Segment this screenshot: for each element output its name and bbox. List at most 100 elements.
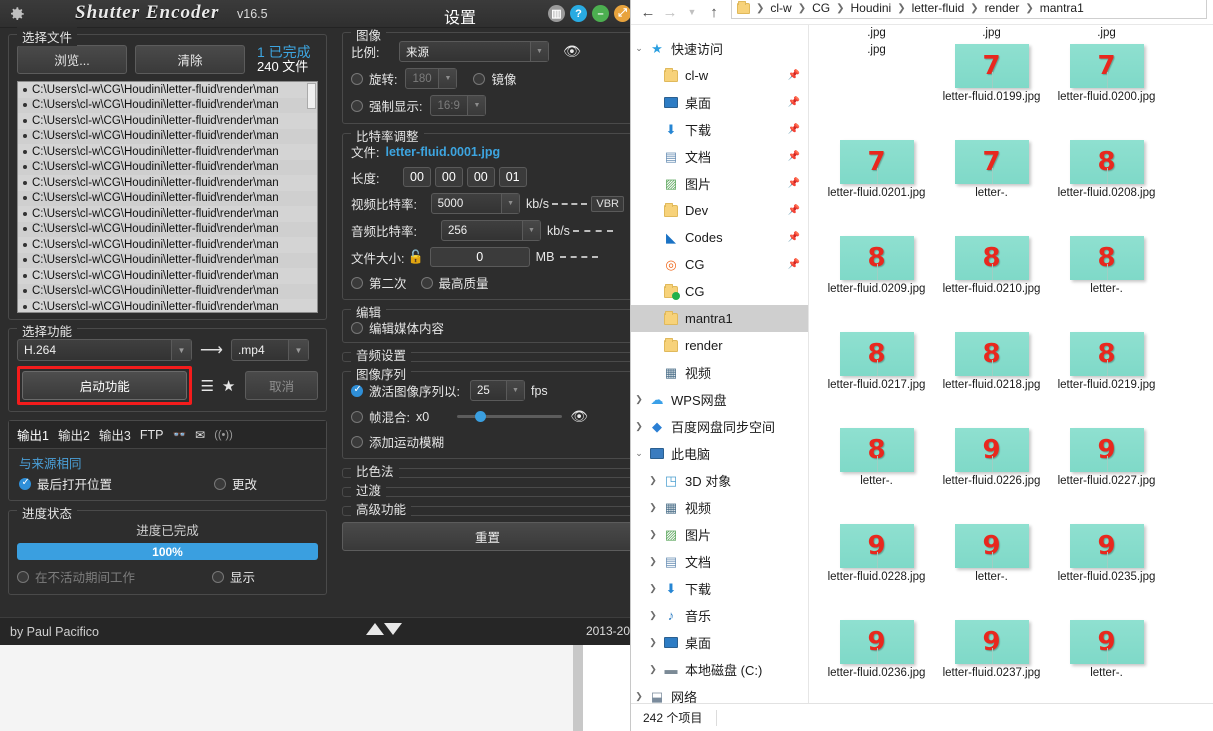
- tab-ftp[interactable]: FTP: [140, 428, 164, 442]
- start-function-button[interactable]: 启动功能: [22, 371, 188, 400]
- browse-button[interactable]: 浏览...: [17, 45, 127, 74]
- forward-arrow-icon[interactable]: →: [659, 4, 681, 21]
- tree-item-3d-对象[interactable]: ❯ ◳ 3D 对象: [631, 467, 808, 494]
- file-grid-item[interactable]: 7 letter-fluid.0199.jpg: [934, 42, 1049, 138]
- tree-item-图片[interactable]: ❯ ▨ 图片: [631, 521, 808, 548]
- pin-icon[interactable]: 📌: [788, 205, 800, 216]
- star-icon[interactable]: ★: [222, 377, 235, 395]
- chevron-right-icon[interactable]: ·: [645, 206, 661, 216]
- length-minutes[interactable]: 00: [434, 167, 463, 187]
- tree-item-此电脑[interactable]: ⌄ 此电脑: [631, 440, 808, 467]
- tree-item-百度网盘同步空间[interactable]: ❯ ◆ 百度网盘同步空间: [631, 413, 808, 440]
- chevron-down-icon[interactable]: ⌄: [631, 43, 647, 54]
- glasses-icon[interactable]: 👓: [172, 428, 186, 441]
- explorer-navigation-tree[interactable]: ⌄★快速访问·cl-w📌·桌面📌·⬇下载📌·▤文档📌·▨图片📌·Dev📌·◣Co…: [631, 25, 809, 703]
- tree-item-快速访问[interactable]: ⌄ ★ 快速访问: [631, 35, 808, 62]
- tree-item-cl-w[interactable]: · cl-w 📌: [631, 62, 808, 89]
- chevron-right-icon[interactable]: ❯: [631, 394, 647, 405]
- tree-item-视频[interactable]: ❯ ▦ 视频: [631, 494, 808, 521]
- chevron-down-icon[interactable]: ▼: [681, 7, 703, 17]
- chevron-right-icon[interactable]: ·: [645, 98, 661, 108]
- file-list-row[interactable]: C:\Users\cl-w\CG\Houdini\letter-fluid\re…: [18, 268, 317, 284]
- length-seconds[interactable]: 00: [466, 167, 495, 187]
- file-grid-item[interactable]: 8 letter-fluid.0218.jpg: [934, 330, 1049, 426]
- tree-item-文档[interactable]: ·▤ 文档 📌: [631, 143, 808, 170]
- desktop-scrollbar[interactable]: [573, 645, 583, 731]
- chevron-right-icon[interactable]: ❯: [645, 583, 661, 594]
- video-bitrate-select[interactable]: 5000 ▼: [430, 193, 521, 214]
- breadcrumb-item-4[interactable]: render: [985, 1, 1020, 15]
- file-grid-item[interactable]: 9 letter-fluid.0236.jpg: [819, 618, 934, 703]
- length-hours[interactable]: 00: [403, 167, 431, 187]
- pin-icon[interactable]: 📌: [788, 232, 800, 243]
- audio-bitrate-select[interactable]: 256 ▼: [441, 220, 541, 241]
- chevron-right-icon[interactable]: ❯: [645, 529, 661, 540]
- rotate-select[interactable]: 180 ▼: [405, 68, 458, 89]
- chevron-right-icon[interactable]: ·: [645, 341, 661, 351]
- eye-icon[interactable]: 👁: [570, 408, 588, 425]
- audio-settings-group[interactable]: 音频设置: [342, 345, 633, 364]
- file-grid-item[interactable]: 9 letter-fluid.0227.jpg: [1049, 426, 1164, 522]
- second-pass-radio[interactable]: [351, 276, 363, 289]
- tree-item-网络[interactable]: ❯ ⬓ 网络: [631, 683, 808, 704]
- tab-output3[interactable]: 输出3: [99, 425, 131, 444]
- up-arrow-icon[interactable]: ↑: [703, 4, 725, 21]
- length-frames[interactable]: 01: [498, 167, 527, 187]
- breadcrumb[interactable]: ❯ cl-w ❯ CG ❯ Houdini ❯ letter-fluid ❯ r…: [731, 0, 1207, 19]
- layout-icon[interactable]: ▥: [548, 5, 565, 22]
- motion-blur-radio[interactable]: [351, 435, 363, 448]
- chevron-right-icon[interactable]: ❯: [645, 664, 661, 675]
- chevron-right-icon[interactable]: ·: [645, 71, 661, 81]
- file-grid-item[interactable]: 9 letter-.: [1049, 618, 1164, 703]
- explorer-content-pane[interactable]: .jpg .jpg .jpg .jpg 7 letter-fluid.0199.jpg 7 l…: [809, 25, 1213, 703]
- file-grid-item[interactable]: 9 letter-fluid.0228.jpg: [819, 522, 934, 618]
- file-list-row[interactable]: C:\Users\cl-w\CG\Houdini\letter-fluid\re…: [18, 159, 317, 175]
- file-grid-item[interactable]: 7 letter-fluid.0200.jpg: [1049, 42, 1164, 138]
- file-grid-item[interactable]: 8 letter-.: [1049, 234, 1164, 330]
- clear-button[interactable]: 清除: [135, 45, 245, 74]
- chevron-right-icon[interactable]: ·: [645, 368, 661, 378]
- file-list-row[interactable]: C:\Users\cl-w\CG\Houdini\letter-fluid\re…: [18, 237, 317, 253]
- fps-select[interactable]: 25 ▼: [469, 380, 525, 401]
- file-grid-item[interactable]: 9 letter-fluid.0226.jpg: [934, 426, 1049, 522]
- chevron-right-icon[interactable]: ❯: [645, 502, 661, 513]
- best-quality-radio[interactable]: [420, 276, 433, 289]
- show-option[interactable]: 显示: [212, 567, 255, 586]
- chevron-right-icon[interactable]: ·: [645, 233, 661, 243]
- work-inactive-option[interactable]: 在不活动期间工作: [17, 567, 212, 586]
- file-list-row[interactable]: C:\Users\cl-w\CG\Houdini\letter-fluid\re…: [18, 175, 317, 191]
- frame-blend-radio[interactable]: [351, 410, 363, 423]
- file-list-scrollbar[interactable]: [307, 83, 316, 109]
- tree-item-mantra1[interactable]: · mantra1: [631, 305, 808, 332]
- file-list-row[interactable]: C:\Users\cl-w\CG\Houdini\letter-fluid\re…: [18, 113, 317, 129]
- colorimetry-group[interactable]: 比色法: [342, 461, 633, 480]
- file-list-row[interactable]: C:\Users\cl-w\CG\Houdini\letter-fluid\re…: [18, 144, 317, 160]
- triangle-down-icon[interactable]: [384, 623, 402, 635]
- unlock-icon[interactable]: 🔓: [407, 249, 423, 265]
- tree-item-桌面[interactable]: ❯ 桌面: [631, 629, 808, 656]
- breadcrumb-item-0[interactable]: cl-w: [770, 1, 791, 15]
- chevron-right-icon[interactable]: ❯: [645, 556, 661, 567]
- pin-icon[interactable]: 📌: [788, 151, 800, 162]
- activate-sequence-radio[interactable]: [351, 384, 363, 397]
- file-list-row[interactable]: C:\Users\cl-w\CG\Houdini\letter-fluid\re…: [18, 82, 317, 98]
- file-grid-item[interactable]: 9 letter-.: [934, 522, 1049, 618]
- scroll-arrows[interactable]: [366, 623, 402, 635]
- minimize-icon[interactable]: –: [592, 5, 609, 22]
- tab-output1[interactable]: 输出1: [17, 425, 49, 444]
- edit-media-radio[interactable]: [351, 321, 363, 334]
- force-select[interactable]: 16:9 ▼: [430, 95, 487, 116]
- file-grid-item[interactable]: 7 letter-.: [934, 138, 1049, 234]
- file-grid-item[interactable]: 9 letter-fluid.0235.jpg: [1049, 522, 1164, 618]
- file-list-row[interactable]: C:\Users\cl-w\CG\Houdini\letter-fluid\re…: [18, 190, 317, 206]
- file-list-row[interactable]: C:\Users\cl-w\CG\Houdini\letter-fluid\re…: [18, 97, 317, 113]
- file-grid-item[interactable]: 8 letter-fluid.0208.jpg: [1049, 138, 1164, 234]
- chevron-right-icon[interactable]: ·: [645, 179, 661, 189]
- file-list-row[interactable]: C:\Users\cl-w\CG\Houdini\letter-fluid\re…: [18, 252, 317, 268]
- chevron-right-icon[interactable]: ❯: [645, 610, 661, 621]
- file-grid-item[interactable]: 8 letter-fluid.0210.jpg: [934, 234, 1049, 330]
- extension-select[interactable]: .mp4 ▼: [230, 339, 309, 361]
- filesize-input[interactable]: 0: [429, 247, 530, 267]
- list-icon[interactable]: ☰: [200, 377, 213, 395]
- tree-item-本地磁盘-(c:)[interactable]: ❯ ▬ 本地磁盘 (C:): [631, 656, 808, 683]
